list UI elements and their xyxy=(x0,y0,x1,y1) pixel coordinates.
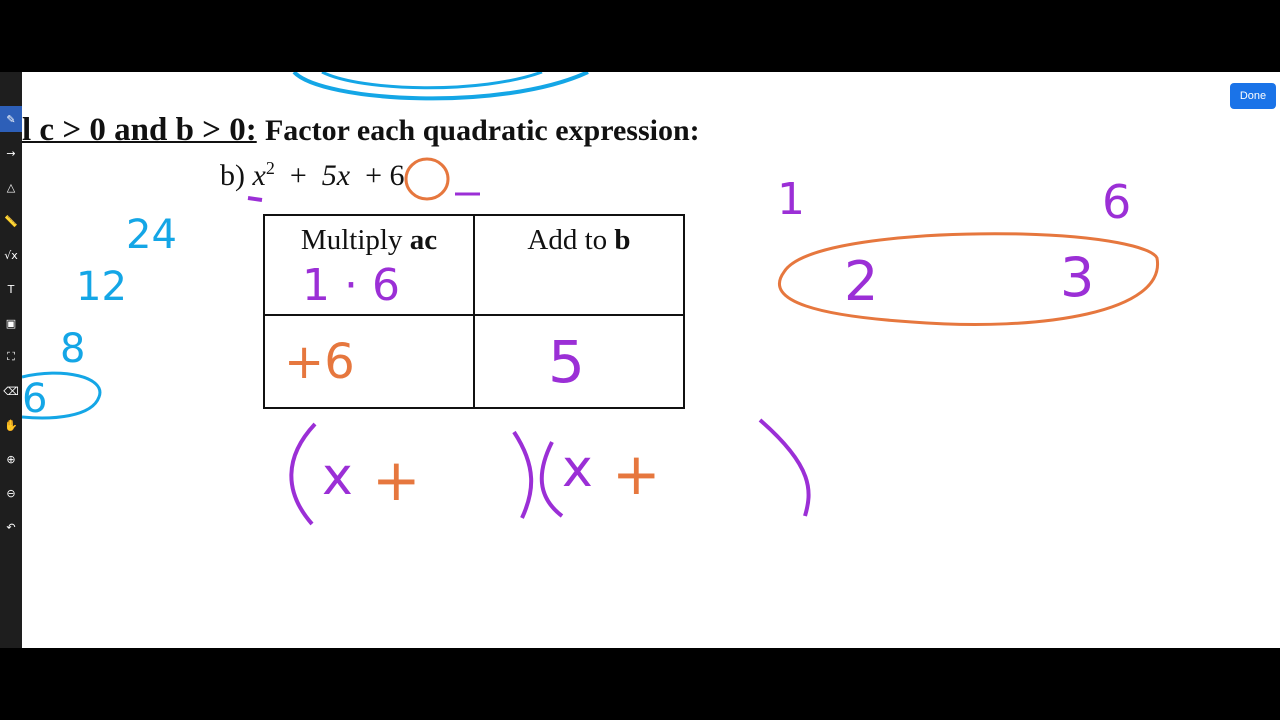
add-to-b-cell xyxy=(473,314,685,409)
ink-left-6: 6 xyxy=(22,376,47,422)
drawing-toolbar: ✎ → △ 📏 √x T ▣ ⛶ ⌫ ✋ ⊕ ⊖ ↶ xyxy=(0,72,22,648)
heading-instruction: Factor each quadratic expression: xyxy=(264,114,700,147)
ink-paren-close-1 xyxy=(512,430,534,519)
ink-left-12: 12 xyxy=(76,264,127,310)
hand-tool[interactable]: ✋ xyxy=(0,412,22,438)
ink-right-2: 2 xyxy=(844,250,878,313)
ink-plus-1: + xyxy=(372,446,421,514)
ink-x-1: x xyxy=(322,447,353,507)
text-tool[interactable]: T xyxy=(0,276,22,302)
ac-table: Multiply ac Add to b xyxy=(263,214,685,409)
ink-left-8: 8 xyxy=(60,326,85,372)
ink-blue-circle xyxy=(22,371,102,420)
arrow-tool[interactable]: → xyxy=(0,140,22,166)
b-label: b xyxy=(614,224,631,256)
problem-constant: 6 xyxy=(389,159,405,192)
multiply-ac-header: Multiply ac xyxy=(263,214,475,316)
heading-condition: l c > 0 and b > 0: xyxy=(22,112,257,148)
ink-plus-2: + xyxy=(612,440,661,508)
ink-x-2: x xyxy=(562,439,593,499)
ink-right-6: 6 xyxy=(1102,175,1131,229)
multiply-ac-cell xyxy=(263,314,475,409)
done-button[interactable]: Done xyxy=(1230,83,1276,109)
ink-blue-arc-2 xyxy=(321,72,543,90)
problem-plus-1: + xyxy=(289,159,307,192)
worksheet-heading: l c > 0 and b > 0: Factor each quadratic… xyxy=(22,112,700,149)
pen-tool[interactable]: ✎ xyxy=(0,106,22,132)
ink-right-1: 1 xyxy=(777,174,805,225)
problem-exponent: 2 xyxy=(265,158,275,178)
add-to-b-header: Add to b xyxy=(473,214,685,316)
image-tool[interactable]: ▣ xyxy=(0,310,22,336)
ink-purple-dash xyxy=(247,196,263,202)
ink-right-3: 3 xyxy=(1060,246,1094,309)
add-to-label: Add to xyxy=(527,224,615,256)
ink-orange-ellipse xyxy=(777,232,1159,326)
problem-expression: b) x2 + 5x + 6 xyxy=(220,158,405,193)
ink-paren-open-1 xyxy=(289,422,317,526)
problem-plus-2: + xyxy=(365,159,382,192)
whiteboard-canvas[interactable]: l c > 0 and b > 0: Factor each quadratic… xyxy=(22,72,1280,648)
select-tool[interactable]: ⛶ xyxy=(0,344,22,370)
ink-paren-open-2 xyxy=(539,441,564,518)
ac-label: ac xyxy=(409,224,438,256)
problem-5x: 5x xyxy=(321,159,351,192)
ink-left-24: 24 xyxy=(126,212,177,258)
ruler-tool[interactable]: 📏 xyxy=(0,208,22,234)
ink-orange-circle xyxy=(404,157,450,201)
problem-label: b) xyxy=(220,159,245,192)
shapes-tool[interactable]: △ xyxy=(0,174,22,200)
ink-paren-close-final xyxy=(758,418,811,517)
ink-blue-arc xyxy=(292,72,589,101)
problem-x: x xyxy=(252,159,266,192)
zoom-out-tool[interactable]: ⊖ xyxy=(0,480,22,506)
eraser-tool[interactable]: ⌫ xyxy=(0,378,22,404)
math-tool[interactable]: √x xyxy=(0,242,22,268)
multiply-label: Multiply xyxy=(300,224,410,256)
zoom-in-tool[interactable]: ⊕ xyxy=(0,446,22,472)
undo-tool[interactable]: ↶ xyxy=(0,514,22,540)
